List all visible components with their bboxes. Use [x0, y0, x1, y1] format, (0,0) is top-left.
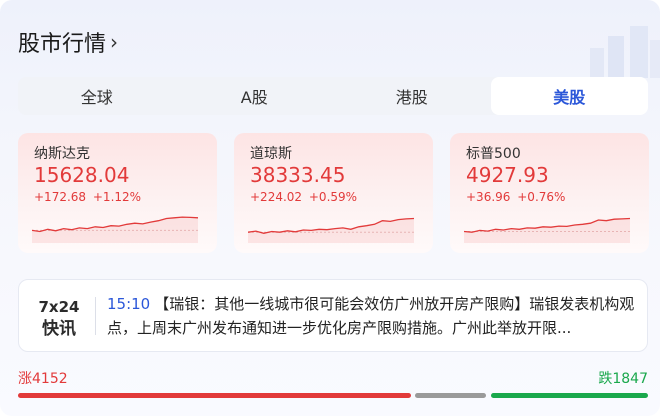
index-card-nasdaq[interactable]: 纳斯达克 15628.04 +172.68 +1.12% — [18, 133, 217, 253]
decliners-count: 跌1847 — [598, 371, 648, 387]
index-change-value: +172.68 — [34, 190, 87, 204]
breadth-bar — [18, 393, 648, 398]
news-flash[interactable]: 7x24 快讯 15:10 【瑞银：其他一线城市很可能会效仿广州放开房产限购】瑞银… — [18, 279, 648, 352]
news-time: 15:10 — [107, 295, 151, 313]
breadth-bar-up — [18, 393, 411, 398]
tab-a-share[interactable]: A股 — [176, 77, 334, 115]
index-cards: 纳斯达克 15628.04 +172.68 +1.12% 道琼斯 38333.4… — [18, 133, 649, 253]
index-change: +36.96 +0.76% — [466, 190, 565, 204]
market-title[interactable]: 股市行情 › — [18, 26, 118, 58]
index-change-value: +36.96 — [466, 190, 511, 204]
tab-global[interactable]: 全球 — [18, 77, 176, 115]
news-headline: 【瑞银：其他一线城市很可能会效仿广州放开房产限购】瑞银发表机构观点，上周末广州发… — [107, 295, 635, 337]
market-panel: 股市行情 › 全球 A股 港股 美股 纳斯达克 15628.04 +172.68… — [0, 0, 660, 416]
market-breadth: 涨4152 跌1847 — [18, 368, 648, 398]
tab-hk-stock[interactable]: 港股 — [333, 77, 491, 115]
index-change-percent: +0.59% — [308, 190, 358, 204]
breadth-bar-down — [490, 393, 648, 398]
news-flash-logo-line2: 快讯 — [42, 319, 76, 339]
index-change-value: +224.02 — [250, 190, 303, 204]
sparkline-area — [248, 218, 414, 243]
index-sparkline — [248, 217, 414, 243]
index-card-sp500[interactable]: 标普500 4927.93 +36.96 +0.76% — [450, 133, 649, 253]
chevron-right-icon: › — [110, 30, 119, 54]
breadth-bar-flat — [414, 393, 487, 398]
index-change: +224.02 +0.59% — [250, 190, 357, 204]
news-flash-logo: 7x24 快讯 — [35, 296, 83, 340]
index-price: 4927.93 — [466, 163, 549, 187]
news-text-block[interactable]: 15:10 【瑞银：其他一线城市很可能会效仿广州放开房产限购】瑞银发表机构观点，上… — [107, 292, 637, 340]
index-sparkline — [32, 216, 198, 243]
chart-bars-decoration — [590, 26, 660, 78]
index-price: 38333.45 — [250, 163, 346, 187]
index-change: +172.68 +1.12% — [34, 190, 141, 204]
index-change-percent: +0.76% — [517, 190, 566, 204]
market-title-text: 股市行情 — [18, 32, 107, 57]
market-tabs: 全球 A股 港股 美股 — [18, 77, 648, 115]
index-change-percent: +1.12% — [92, 190, 142, 204]
tab-us-stock[interactable]: 美股 — [490, 77, 648, 115]
index-name: 标普500 — [466, 146, 521, 162]
index-name: 道琼斯 — [250, 146, 292, 162]
index-price: 15628.04 — [34, 163, 130, 187]
advancers-count: 涨4152 — [18, 371, 68, 387]
index-name: 纳斯达克 — [34, 146, 90, 162]
news-flash-logo-line1: 7x24 — [38, 298, 80, 316]
news-divider — [95, 297, 96, 335]
index-sparkline — [464, 217, 630, 243]
index-card-dow[interactable]: 道琼斯 38333.45 +224.02 +0.59% — [234, 133, 433, 253]
